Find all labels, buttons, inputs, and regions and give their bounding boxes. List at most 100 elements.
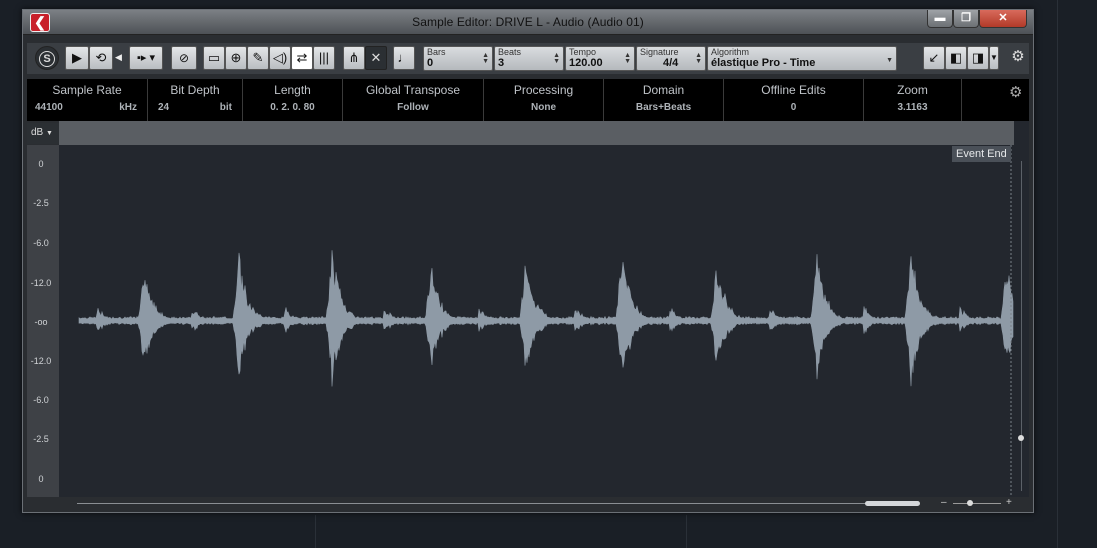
warp-markers-icon[interactable]: ||| [313, 46, 335, 70]
algorithm-value: élastique Pro - Time [711, 57, 816, 69]
toolbar: S ▶ ⟲ ◀ ▪▸ ▾ ⊘ ▭ ⊕ ✎ ◁) ⇄ ||| ⋔ ✕ ♩ Bars… [27, 43, 1029, 74]
sample-rate-label: Sample Rate [52, 83, 122, 97]
info-zoom[interactable]: Zoom 3.1163 [864, 79, 962, 121]
background-divider [315, 515, 316, 548]
bars-stepper-icon[interactable]: ▲ ▼ [482, 52, 489, 65]
beats-stepper-icon[interactable]: ▲ ▼ [553, 52, 560, 65]
chevron-down-icon: ▼ [46, 130, 53, 137]
offline-edits-label: Offline Edits [761, 83, 826, 97]
scale-label: -6.0 [33, 395, 49, 405]
signature-stepper-icon[interactable]: ▲ ▼ [695, 52, 702, 65]
sample-editor-window: ❮ Sample Editor: DRIVE L - Audio (Audio … [22, 9, 1034, 513]
right-zone-icon[interactable]: ◨ [967, 46, 989, 70]
play-button[interactable]: ▶ [65, 46, 89, 70]
level-scale: 0 -2.5 -6.0 -12.0 -oo -12.0 -6.0 -2.5 0 [27, 145, 59, 497]
info-processing[interactable]: Processing None [484, 79, 604, 121]
waveform-display[interactable] [59, 145, 1014, 497]
vertical-zoom-track [1021, 161, 1022, 491]
background-divider [1057, 0, 1058, 548]
info-global-transpose[interactable]: Global Transpose Follow [343, 79, 484, 121]
algorithm-select[interactable]: Algorithm élastique Pro - Time ▼ [707, 46, 897, 71]
bars-value: 0 [427, 57, 434, 69]
horizontal-zoom-track[interactable] [953, 503, 1001, 504]
window-title: Sample Editor: DRIVE L - Audio (Audio 01… [412, 15, 644, 29]
ruler[interactable] [59, 121, 1015, 145]
background-divider [686, 515, 687, 548]
bit-depth-label: Bit Depth [170, 83, 220, 97]
global-transpose-label: Global Transpose [365, 83, 461, 97]
scale-label: -12.0 [30, 278, 52, 288]
infoline-settings-gear-icon[interactable]: ⚙ [1009, 83, 1022, 101]
info-line: Sample Rate 44100 kHz Bit Depth 24 bit L… [27, 79, 1029, 121]
range-tool-icon[interactable]: ▭ [203, 46, 225, 70]
gear-icon[interactable]: ⚙ [1009, 46, 1027, 70]
left-zone-icon[interactable]: ◧ [945, 46, 967, 70]
tempo-stepper-icon[interactable]: ▲ ▼ [624, 52, 631, 65]
audition-volume-icon[interactable]: ◀ [115, 46, 122, 70]
scale-label: 0 [38, 159, 44, 169]
scale-label: -oo [34, 317, 48, 327]
maximize-button[interactable]: ❐ [953, 10, 979, 28]
bars-field[interactable]: Bars 0 ▲ ▼ [423, 46, 493, 71]
snap-button[interactable]: ▪▸ ▾ [129, 46, 163, 70]
event-end-marker[interactable]: Event End [952, 146, 1011, 162]
title-bar[interactable]: ❮ Sample Editor: DRIVE L - Audio (Audio … [23, 10, 1033, 35]
zoom-in-button[interactable]: + [1006, 497, 1012, 508]
hitpoint-icon[interactable]: ⋔ [343, 46, 365, 70]
info-domain[interactable]: Domain Bars+Beats [604, 79, 724, 121]
chevron-down-icon: ▼ [886, 57, 893, 64]
horizontal-scroll-track[interactable] [77, 503, 919, 504]
domain-label: Domain [642, 83, 685, 97]
zoom-out-button[interactable]: – [941, 497, 947, 508]
scale-label: 0 [38, 474, 44, 484]
info-length[interactable]: Length 0. 2. 0. 80 [243, 79, 343, 121]
vertical-zoom-rail[interactable] [1014, 121, 1029, 497]
solo-icon: S [39, 51, 55, 67]
signature-value: 4/4 [663, 57, 679, 69]
waveform-path [78, 250, 1014, 387]
time-warp-tool-icon[interactable]: ⇄ [291, 46, 313, 70]
length-value: 0. 2. 0. 80 [270, 102, 315, 113]
loop-button[interactable]: ⟲ [89, 46, 113, 70]
info-bit-depth[interactable]: Bit Depth 24 bit [148, 79, 243, 121]
signature-field[interactable]: Signature 4/4 ▲ ▼ [636, 46, 706, 71]
tempo-label: Tempo [569, 47, 597, 57]
beats-label: Beats [498, 47, 522, 57]
snap-zero-crossing-icon[interactable]: ✕ [365, 46, 387, 70]
play-tool-icon[interactable]: ◁) [269, 46, 291, 70]
horizontal-zoom-knob[interactable] [967, 500, 973, 506]
vertical-zoom-knob[interactable] [1018, 435, 1024, 441]
db-scale-dropdown[interactable]: dB ▼ [27, 123, 59, 144]
info-offline-edits[interactable]: Offline Edits 0 [724, 79, 864, 121]
sample-rate-value: 44100 [35, 102, 63, 113]
scale-label: -2.5 [33, 434, 49, 444]
scale-label: -12.0 [30, 356, 52, 366]
draw-tool-icon[interactable]: ✎ [247, 46, 269, 70]
minimize-button[interactable]: ▬ [927, 10, 953, 28]
waveform [78, 145, 1014, 497]
window-layout-dropdown-icon[interactable]: ▼ [989, 46, 999, 70]
close-button[interactable]: ✕ [979, 10, 1027, 28]
processing-value: None [531, 102, 556, 113]
musical-mode-icon[interactable]: ♩ [393, 46, 415, 70]
horizontal-scroll-thumb[interactable] [865, 501, 920, 506]
scale-label: -6.0 [33, 238, 49, 248]
zoom-value: 3.1163 [897, 102, 928, 113]
db-label: dB [31, 127, 44, 138]
info-sample-rate[interactable]: Sample Rate 44100 kHz [27, 79, 148, 121]
beats-value: 3 [498, 57, 505, 69]
show-overview-icon[interactable]: ↙ [923, 46, 945, 70]
beats-field[interactable]: Beats 3 ▲ ▼ [494, 46, 564, 71]
bars-label: Bars [427, 47, 446, 57]
solo-button[interactable]: S [35, 46, 59, 70]
zoom-tool-icon[interactable]: ⊕ [225, 46, 247, 70]
zoom-label: Zoom [897, 83, 928, 97]
tempo-field[interactable]: Tempo 120.00 ▲ ▼ [565, 46, 635, 71]
sample-rate-unit: kHz [119, 102, 137, 113]
signature-label: Signature [640, 47, 679, 57]
offline-edits-value: 0 [790, 102, 797, 113]
processing-label: Processing [513, 83, 574, 97]
global-transpose-value: Follow [397, 102, 429, 113]
mute-tool-icon[interactable]: ⊘ [171, 46, 197, 70]
domain-value: Bars+Beats [635, 102, 692, 113]
